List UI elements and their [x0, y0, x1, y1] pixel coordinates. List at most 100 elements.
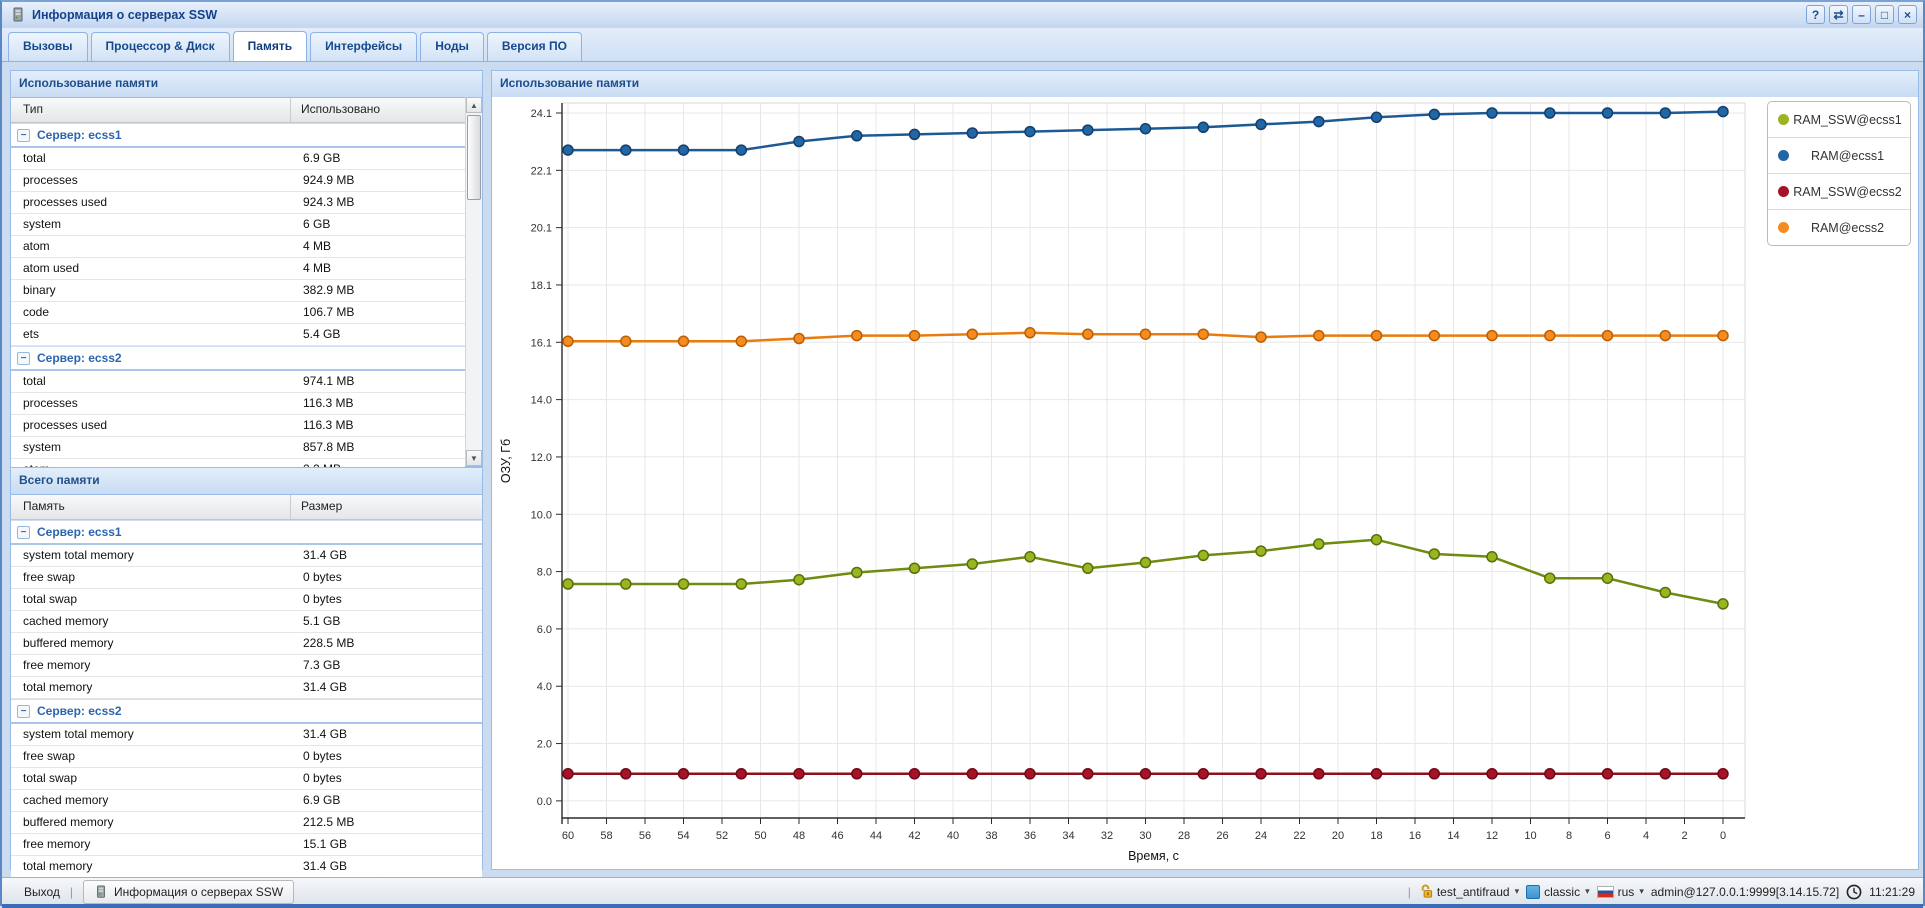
x-tick-label: 56: [639, 830, 651, 842]
y-tick-label: 10.0: [531, 509, 552, 521]
table-row[interactable]: buffered memory228.5 MB: [11, 633, 482, 655]
exit-link[interactable]: Выход: [24, 885, 60, 899]
group-row[interactable]: −Сервер: ecss1: [11, 520, 482, 545]
row-label: system total memory: [23, 724, 134, 744]
data-point: [736, 769, 746, 779]
column-header-used[interactable]: Использовано: [301, 98, 380, 121]
table-row[interactable]: system total memory31.4 GB: [11, 545, 482, 567]
table-row[interactable]: system857.8 MB: [11, 437, 465, 459]
row-value: 924.3 MB: [303, 192, 354, 212]
help-button[interactable]: ?: [1806, 5, 1825, 24]
data-point: [1718, 107, 1728, 117]
data-point: [1487, 769, 1497, 779]
table-row[interactable]: total974.1 MB: [11, 371, 465, 393]
table-row[interactable]: system6 GB: [11, 214, 465, 236]
table-row[interactable]: atom used4 MB: [11, 258, 465, 280]
collapse-icon[interactable]: −: [17, 129, 30, 142]
table-row[interactable]: total6.9 GB: [11, 148, 465, 170]
data-point: [679, 579, 689, 589]
x-tick-label: 42: [908, 830, 920, 842]
row-value: 31.4 GB: [303, 545, 347, 565]
table-row[interactable]: code106.7 MB: [11, 302, 465, 324]
table-row[interactable]: free swap0 bytes: [11, 567, 482, 589]
data-point: [1429, 769, 1439, 779]
scrollbar-thumb[interactable]: [467, 115, 481, 200]
group-row[interactable]: −Сервер: ecss2: [11, 346, 465, 371]
scroll-down-arrow-icon[interactable]: ▼: [466, 450, 482, 466]
table-row[interactable]: total swap0 bytes: [11, 768, 482, 790]
tab-Вызовы[interactable]: Вызовы: [8, 32, 88, 61]
table-row[interactable]: cached memory6.9 GB: [11, 790, 482, 812]
tab-Ноды[interactable]: Ноды: [420, 32, 484, 61]
row-label: total: [23, 148, 46, 168]
minimize-button[interactable]: –: [1852, 5, 1871, 24]
x-tick-label: 54: [677, 830, 689, 842]
table-row[interactable]: binary382.9 MB: [11, 280, 465, 302]
y-tick-label: 8.0: [537, 567, 552, 579]
ram-usage-chart: 0.02.04.06.08.010.012.014.016.118.120.12…: [492, 97, 1918, 869]
column-header-size[interactable]: Размер: [301, 495, 342, 518]
row-label: total memory: [23, 856, 92, 876]
chevron-down-icon[interactable]: ▾: [1515, 886, 1520, 897]
data-point: [1141, 329, 1151, 339]
y-tick-label: 2.0: [537, 739, 552, 751]
table-row[interactable]: processes924.9 MB: [11, 170, 465, 192]
table-row[interactable]: total memory31.4 GB: [11, 856, 482, 878]
data-point: [1603, 108, 1613, 118]
x-tick-label: 32: [1101, 830, 1113, 842]
x-tick-label: 50: [754, 830, 766, 842]
table-row[interactable]: total memory31.4 GB: [11, 677, 482, 699]
data-point: [1025, 552, 1035, 562]
refresh-button[interactable]: ⇄: [1829, 5, 1848, 24]
collapse-icon[interactable]: −: [17, 526, 30, 539]
maximize-button[interactable]: □: [1875, 5, 1894, 24]
table-row[interactable]: free memory7.3 GB: [11, 655, 482, 677]
theme-selector[interactable]: classic ▾: [1526, 885, 1590, 899]
y-tick-label: 18.1: [531, 280, 552, 292]
data-point: [1603, 573, 1613, 583]
scroll-up-arrow-icon[interactable]: ▲: [466, 97, 482, 113]
collapse-icon[interactable]: −: [17, 352, 30, 365]
data-point: [1198, 122, 1208, 132]
tab-Версия ПО[interactable]: Версия ПО: [487, 32, 582, 61]
data-point: [1083, 563, 1093, 573]
table-row[interactable]: total swap0 bytes: [11, 589, 482, 611]
collapse-icon[interactable]: −: [17, 705, 30, 718]
data-point: [1545, 573, 1555, 583]
table-row[interactable]: buffered memory212.5 MB: [11, 812, 482, 834]
close-button[interactable]: ×: [1898, 5, 1917, 24]
workspace-selector[interactable]: test_antifraud ▾: [1418, 884, 1519, 899]
row-value: 857.8 MB: [303, 437, 354, 457]
table-row[interactable]: free memory15.1 GB: [11, 834, 482, 856]
group-row[interactable]: −Сервер: ecss2: [11, 699, 482, 724]
data-point: [1198, 769, 1208, 779]
row-label: atom: [23, 236, 50, 256]
data-point: [1141, 769, 1151, 779]
table-row[interactable]: system total memory31.4 GB: [11, 724, 482, 746]
tab-Память[interactable]: Память: [233, 31, 307, 61]
vertical-scrollbar[interactable]: ▲ ▼: [465, 97, 482, 466]
data-point: [1372, 112, 1382, 122]
tab-Процессор & Диск[interactable]: Процессор & Диск: [91, 32, 230, 61]
tab-Интерфейсы[interactable]: Интерфейсы: [310, 32, 417, 61]
language-selector[interactable]: rus ▾: [1597, 885, 1644, 899]
table-row[interactable]: processes used116.3 MB: [11, 415, 465, 437]
data-point: [1141, 124, 1151, 134]
table-row[interactable]: free swap0 bytes: [11, 746, 482, 768]
table-row[interactable]: atom4 MB: [11, 236, 465, 258]
column-header-type[interactable]: Тип: [11, 98, 291, 122]
row-value: 106.7 MB: [303, 302, 354, 322]
table-row[interactable]: processes used924.3 MB: [11, 192, 465, 214]
column-header-memory[interactable]: Память: [11, 495, 291, 519]
table-row[interactable]: processes116.3 MB: [11, 393, 465, 415]
x-tick-label: 58: [600, 830, 612, 842]
memory-chart-panel: Использование памяти 0.02.04.06.08.010.0…: [491, 70, 1919, 870]
group-row[interactable]: −Сервер: ecss1: [11, 123, 465, 148]
table-row[interactable]: ets5.4 GB: [11, 324, 465, 346]
chevron-down-icon[interactable]: ▾: [1585, 886, 1590, 897]
chevron-down-icon[interactable]: ▾: [1639, 886, 1644, 897]
table-row[interactable]: cached memory5.1 GB: [11, 611, 482, 633]
window-title: Информация о серверах SSW: [32, 8, 217, 22]
data-point: [1487, 331, 1497, 341]
taskbar-window-button[interactable]: Информация о серверах SSW: [83, 880, 294, 904]
